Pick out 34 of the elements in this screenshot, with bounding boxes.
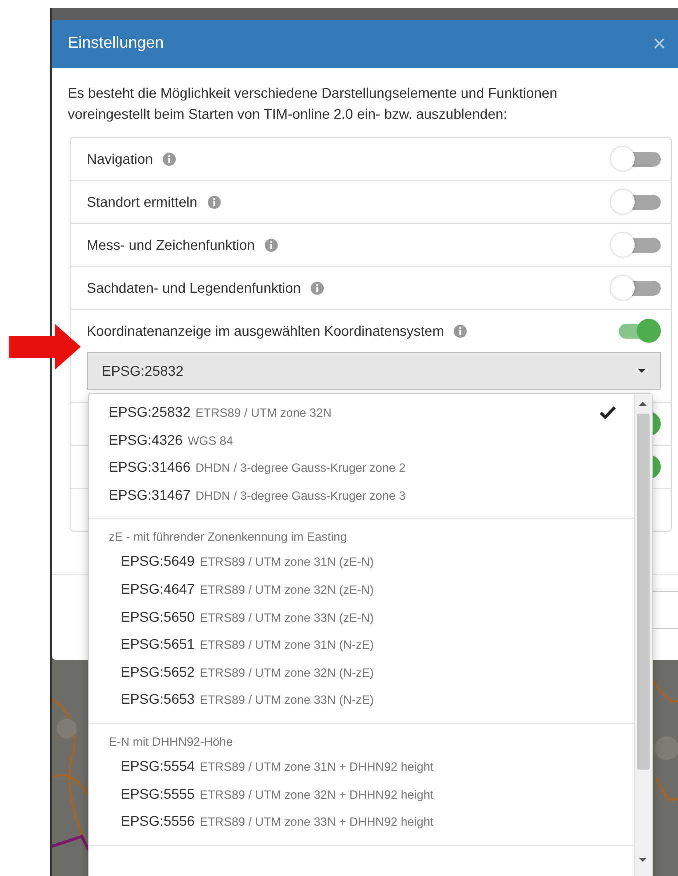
info-icon[interactable] [454, 324, 468, 338]
crs-option[interactable]: EPSG:4326 WGS 84 [89, 426, 634, 454]
scrollbar[interactable] [634, 394, 652, 876]
dialog-title: Einstellungen [68, 35, 166, 53]
info-icon[interactable] [311, 282, 324, 294]
arrow-icon [9, 324, 81, 370]
crs-option[interactable]: EPSG:5555 ETRS89 / UTM zone 32N + DHHN92 height [89, 780, 634, 808]
setting-label: Navigation [87, 151, 154, 167]
toggle-switch[interactable] [611, 190, 661, 214]
setting-label: Sachdaten- und Legendenfunktion [87, 280, 302, 296]
crs-option[interactable]: EPSG:5651 ETRS89 / UTM zone 31N (N-zE) [89, 631, 634, 659]
group-header: E-N mit DHHN92-Höhe [108, 734, 234, 751]
info-icon[interactable] [265, 238, 278, 252]
crs-option[interactable]: EPSG:31466 DHDN / 3-degree Gauss-Kruger zone 2 [89, 454, 634, 482]
intro-text: Es besteht die Möglichkeit verschiedene Darstellungselemente und Funktionen voreingestellt beim Starten von TIM-online 2.0 ein- bzw. auszublenden: [68, 84, 559, 124]
crs-option[interactable]: EPSG:4647 ETRS89 / UTM zone 32N (zE-N) [89, 576, 634, 604]
crs-option[interactable]: EPSG:25832 ETRS89 / UTM zone 32N [89, 399, 634, 427]
toggle-switch[interactable] [611, 276, 661, 300]
info-icon[interactable] [163, 152, 176, 166]
crs-option[interactable]: EPSG:31467 DHDN / 3-degree Gauss-Kruger zone 3 [89, 482, 634, 510]
setting-label: Koordinatenanzeige im ausgewählten Koordinatensystem [87, 323, 444, 339]
crs-option[interactable]: EPSG:5652 ETRS89 / UTM zone 32N (N-zE) [89, 658, 634, 686]
info-icon[interactable] [208, 196, 220, 208]
setting-label: Mess- und Zeichenfunktion [87, 237, 256, 253]
crs-select[interactable]: EPSG:25832 [87, 352, 661, 390]
crs-option[interactable]: EPSG:5650 ETRS89 / UTM zone 33N (zE-N) [89, 604, 634, 632]
crs-option[interactable]: EPSG:5556 ETRS89 / UTM zone 33N + DHHN92 height [89, 808, 634, 836]
crs-option[interactable]: EPSG:5649 ETRS89 / UTM zone 31N (zE-N) [89, 548, 634, 576]
group-header: zE - mit führender Zonenkennung im Easting [108, 529, 348, 546]
setting-label: Standort ermitteln [87, 194, 198, 210]
crs-option[interactable]: EPSG:5554 ETRS89 / UTM zone 31N + DHHN92 height [89, 752, 634, 781]
toggle-switch[interactable] [611, 233, 661, 257]
toggle-switch[interactable] [611, 147, 661, 171]
crs-option[interactable]: EPSG:5653 ETRS89 / UTM zone 33N (N-zE) [89, 686, 634, 714]
